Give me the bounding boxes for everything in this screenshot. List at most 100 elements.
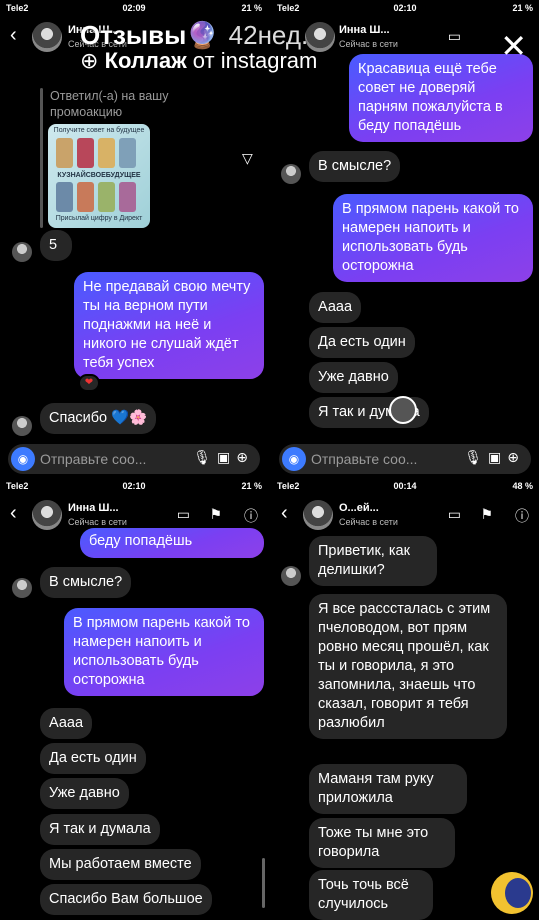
tarot-card (119, 182, 136, 212)
message-incoming: Аааа (40, 708, 93, 739)
contact-name[interactable]: О...ей... (339, 502, 379, 514)
online-status: Сейчас в сети (68, 517, 127, 527)
promo-top-text: Получите совет на будущее (53, 127, 145, 134)
composer-tools[interactable]: 🎙▣⊕ (464, 449, 525, 466)
message-outgoing: В прямом парень какой то намерен напоить… (333, 194, 533, 282)
plus-icon[interactable]: ⊕ (236, 449, 254, 465)
tarot-card (77, 182, 94, 212)
gallery-icon[interactable]: ▣ (488, 449, 507, 465)
sender-avatar (281, 566, 301, 586)
contact-name[interactable]: Инна Ш... (68, 502, 119, 514)
sender-avatar (281, 164, 301, 184)
tarot-card (56, 182, 73, 212)
reply-divider (40, 88, 43, 228)
avatar[interactable] (303, 500, 333, 530)
crystal-ball-icon: 🔮 (186, 20, 219, 50)
message-outgoing: Не предавай свою мечту ты на верном пути… (74, 272, 264, 379)
tarot-card (98, 182, 115, 212)
chat-panel-4: Tele2 00:14 48 % ‹ О...ей... Сейчас в се… (271, 478, 539, 920)
close-icon[interactable]: ✕ (500, 30, 527, 62)
message-outgoing: беду попадёшь (80, 528, 264, 558)
message-incoming: Точь точь всё случилось (309, 870, 433, 920)
info-icon[interactable]: ⓘ (515, 506, 529, 526)
highlight-subtitle: ⊕ Коллаж от instagram (80, 48, 317, 74)
tarot-card (56, 138, 73, 168)
mic-icon[interactable]: 🎙 (193, 449, 217, 465)
share-icon[interactable]: ▽ (242, 150, 253, 167)
message-incoming: Спасибо Вам большое (40, 884, 212, 915)
message-incoming: Уже давно (309, 362, 398, 393)
clock: 02:10 (122, 481, 146, 491)
composer-tools[interactable]: 🎙▣⊕ (193, 449, 254, 466)
collage-icon: ⊕ (80, 48, 99, 73)
chat-header: ‹ О...ей... Сейчас в сети ▭ ⚑ ⓘ (271, 496, 539, 536)
message-incoming: Аааа (309, 292, 362, 323)
message-incoming: В смысле? (309, 151, 401, 182)
tarot-card (77, 138, 94, 168)
sender-avatar (12, 242, 32, 262)
message-incoming: Да есть один (309, 327, 415, 358)
battery-level: 21 % (241, 3, 262, 13)
message-incoming: Тоже ты мне это говорила (309, 818, 455, 868)
sender-avatar (12, 578, 32, 598)
collage-source: от instagram (192, 48, 318, 73)
composer-placeholder[interactable]: Отправьте соо... (311, 451, 417, 467)
clock: 02:10 (393, 3, 417, 13)
online-status: Сейчас в сети (339, 39, 398, 49)
camera-icon[interactable]: ◉ (282, 447, 306, 471)
message-incoming: Я все расссталась с этим пчеловодом, вот… (309, 594, 507, 739)
status-bar: Tele2 02:10 21 % (0, 478, 268, 494)
clock: 00:14 (393, 481, 417, 491)
tarot-card (119, 138, 136, 168)
online-status: Сейчас в сети (339, 517, 398, 527)
back-arrow-icon[interactable]: ‹ (281, 502, 288, 525)
scrollbar[interactable] (262, 858, 265, 908)
highlight-title: Отзывы🔮 42нед. (80, 20, 308, 51)
replied-label: Ответил(-а) на вашу промоакцию (50, 89, 169, 119)
message-composer[interactable]: ◉ Отправьте соо... 🎙▣⊕ (279, 444, 531, 474)
sticker-avatar (389, 396, 417, 424)
message-incoming: Маманя там руку приложила (309, 764, 467, 814)
promo-bottom-text: Присылай цифру в Директ (55, 215, 143, 222)
status-bar: Tele2 00:14 48 % (271, 478, 539, 494)
flag-icon[interactable]: ⚑ (209, 506, 222, 523)
message-composer[interactable]: ◉ Отправьте соо... 🎙▣⊕ (8, 444, 260, 474)
battery-level: 21 % (512, 3, 533, 13)
chat-panel-3: Tele2 02:10 21 % ‹ Инна Ш... Сейчас в се… (0, 478, 268, 920)
video-call-icon[interactable]: ▭ (448, 506, 461, 523)
clock: 02:09 (122, 3, 146, 13)
video-call-icon[interactable]: ▭ (448, 28, 461, 45)
sender-avatar (12, 416, 32, 436)
message-incoming: В смысле? (40, 567, 132, 598)
heart-reaction-icon[interactable]: ❤ (78, 374, 100, 392)
message-outgoing: В прямом парень какой то намерен напоить… (64, 608, 264, 696)
highlight-name: Отзывы (80, 20, 187, 50)
mic-icon[interactable]: 🎙 (464, 449, 488, 465)
info-icon[interactable]: ⓘ (244, 506, 258, 526)
gallery-icon[interactable]: ▣ (217, 449, 236, 465)
back-arrow-icon[interactable]: ‹ (10, 24, 17, 47)
video-call-icon[interactable]: ▭ (177, 506, 190, 523)
contact-name[interactable]: Инна Ш... (339, 24, 390, 36)
battery-level: 48 % (512, 481, 533, 491)
status-bar: Tele2 02:09 21 % (0, 0, 268, 16)
promo-image[interactable]: Получите совет на будущее КУЗНАЙСВОЕБУДУ… (48, 124, 150, 228)
composer-placeholder[interactable]: Отправьте соо... (40, 451, 146, 467)
plus-icon[interactable]: ⊕ (507, 449, 525, 465)
highlight-age: 42нед. (228, 20, 309, 50)
avatar[interactable] (32, 22, 62, 52)
camera-icon[interactable]: ◉ (11, 447, 35, 471)
message-incoming: Да есть один (40, 743, 146, 774)
message-incoming: Приветик, как делишки? (309, 536, 437, 586)
message-incoming: Спасибо 💙🌸 (40, 403, 157, 434)
collage-label: Коллаж (104, 48, 187, 73)
flag-icon[interactable]: ⚑ (480, 506, 493, 523)
tarot-card (98, 138, 115, 168)
message-incoming: Уже давно (40, 778, 129, 809)
brand-logo (491, 872, 533, 914)
back-arrow-icon[interactable]: ‹ (10, 502, 17, 525)
avatar[interactable] (32, 500, 62, 530)
message-incoming: 5 (40, 230, 72, 261)
message-outgoing: Красавица ещё тебе совет не доверяй парн… (349, 54, 533, 142)
status-bar: Tele2 02:10 21 % (271, 0, 539, 16)
